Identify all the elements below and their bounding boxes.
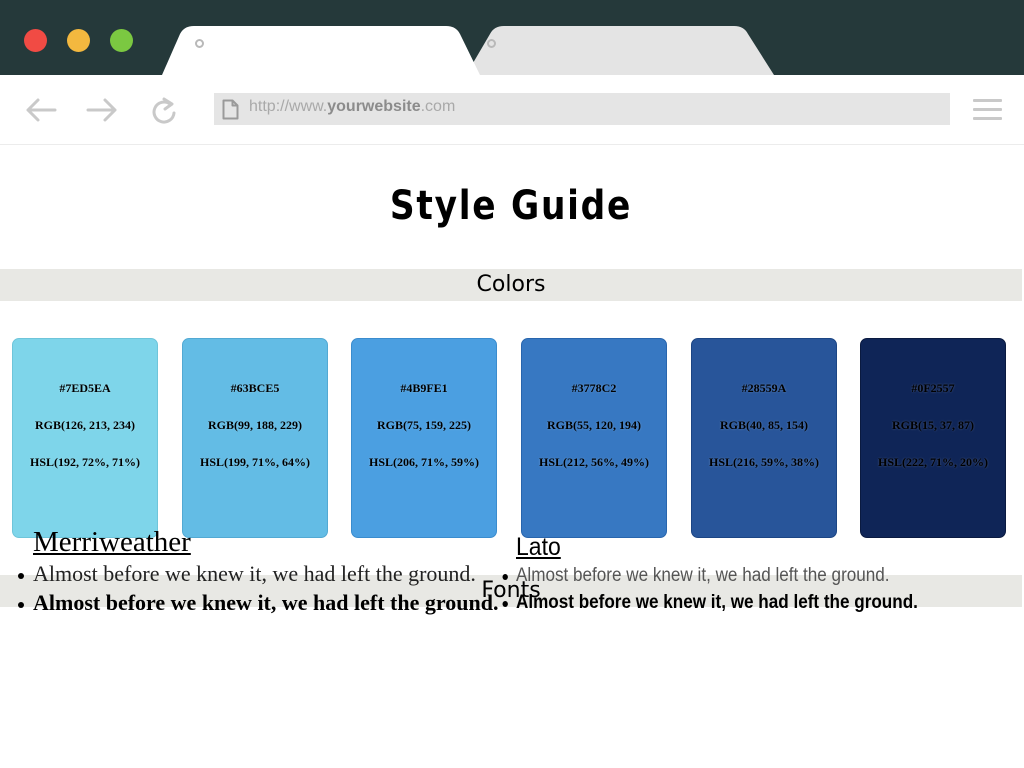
font-sample-merriweather: Merriweather Almost before we knew it, w… [17, 526, 498, 619]
url-prefix: http://www. [249, 98, 328, 115]
forward-button[interactable] [85, 96, 119, 124]
font-sample-list: Almost before we knew it, we had left th… [502, 564, 963, 618]
webpage-content: Style Guide Colors #7ED5EA RGB(126, 213,… [0, 145, 1024, 768]
back-button[interactable] [24, 96, 58, 124]
tab-close-icon[interactable] [487, 39, 496, 48]
font-sample-list: Almost before we knew it, we had left th… [17, 561, 498, 619]
hamburger-menu-icon-bar [973, 117, 1002, 120]
color-swatch: #4B9FE1 RGB(75, 159, 225) HSL(206, 71%, … [351, 338, 497, 538]
swatch-hsl: HSL(216, 59%, 38%) [708, 455, 819, 469]
tab-shape [466, 26, 774, 75]
swatch-hsl: HSL(212, 56%, 49%) [538, 455, 649, 469]
page-icon [222, 99, 239, 120]
color-swatch: #28559A RGB(40, 85, 154) HSL(216, 59%, 3… [691, 338, 837, 538]
reload-icon [152, 97, 176, 124]
swatch-rgb: RGB(99, 188, 229) [208, 418, 302, 432]
hamburger-menu-icon [973, 99, 1002, 102]
swatch-hsl: HSL(199, 71%, 64%) [199, 455, 310, 469]
browser-tab-active[interactable] [162, 26, 480, 75]
font-name-heading: Merriweather [33, 526, 191, 558]
swatch-hex: #3778C2 [571, 381, 617, 395]
reload-button[interactable] [148, 96, 182, 124]
swatch-rgb: RGB(126, 213, 234) [35, 418, 135, 432]
hamburger-menu-icon-bar [973, 108, 1002, 111]
color-swatches: #7ED5EA RGB(126, 213, 234) HSL(192, 72%,… [12, 338, 1012, 538]
window-minimize-button[interactable] [67, 29, 90, 52]
swatch-rgb: RGB(40, 85, 154) [720, 418, 808, 432]
window-close-button[interactable] [24, 29, 47, 52]
arrow-left-icon [26, 98, 57, 122]
swatch-hsl: HSL(206, 71%, 59%) [368, 455, 479, 469]
url-suffix: .com [420, 98, 456, 115]
swatch-hex: #4B9FE1 [400, 381, 448, 395]
browser-menu-button[interactable] [973, 98, 1003, 122]
browser-tab-inactive[interactable] [466, 26, 774, 75]
tab-close-icon[interactable] [195, 39, 204, 48]
swatch-hex: #28559A [741, 381, 787, 395]
color-swatch: #63BCE5 RGB(99, 188, 229) HSL(199, 71%, … [182, 338, 328, 538]
swatch-hsl: HSL(192, 72%, 71%) [29, 455, 140, 469]
font-name-heading: Lato [516, 533, 561, 561]
arrow-right-icon [86, 98, 117, 122]
address-bar[interactable]: http://www.yourwebsite.com [214, 93, 950, 125]
page-title: Style Guide [389, 183, 633, 229]
url-text[interactable]: http://www.yourwebsite.com [249, 98, 455, 116]
browser-titlebar [0, 0, 1024, 75]
color-swatch: #3778C2 RGB(55, 120, 194) HSL(212, 56%, … [521, 338, 667, 538]
swatch-rgb: RGB(75, 159, 225) [377, 418, 471, 432]
url-domain: yourwebsite [327, 98, 421, 115]
font-sample-bold: Almost before we knew it, we had left th… [17, 590, 498, 619]
swatch-rgb: RGB(55, 120, 194) [547, 418, 641, 432]
color-swatch: #7ED5EA RGB(126, 213, 234) HSL(192, 72%,… [12, 338, 158, 538]
font-sample-lato: Lato Almost before we knew it, we had le… [502, 533, 963, 618]
swatch-hex: #63BCE5 [230, 381, 280, 395]
swatch-hsl: HSL(222, 71%, 20%) [877, 455, 988, 469]
swatch-hex: #7ED5EA [59, 381, 111, 395]
font-sample-regular: Almost before we knew it, we had left th… [502, 564, 918, 591]
swatch-rgb: RGB(15, 37, 87) [892, 418, 974, 432]
window-maximize-button[interactable] [110, 29, 133, 52]
tab-shape [162, 26, 480, 75]
swatch-hex: #0F2557 [911, 381, 955, 395]
browser-toolbar: http://www.yourwebsite.com [0, 75, 1024, 145]
font-sample-regular: Almost before we knew it, we had left th… [17, 561, 498, 590]
colors-section-header: Colors [0, 269, 1022, 301]
color-swatch: #0F2557 RGB(15, 37, 87) HSL(222, 71%, 20… [860, 338, 1006, 538]
font-sample-bold: Almost before we knew it, we had left th… [502, 591, 918, 618]
